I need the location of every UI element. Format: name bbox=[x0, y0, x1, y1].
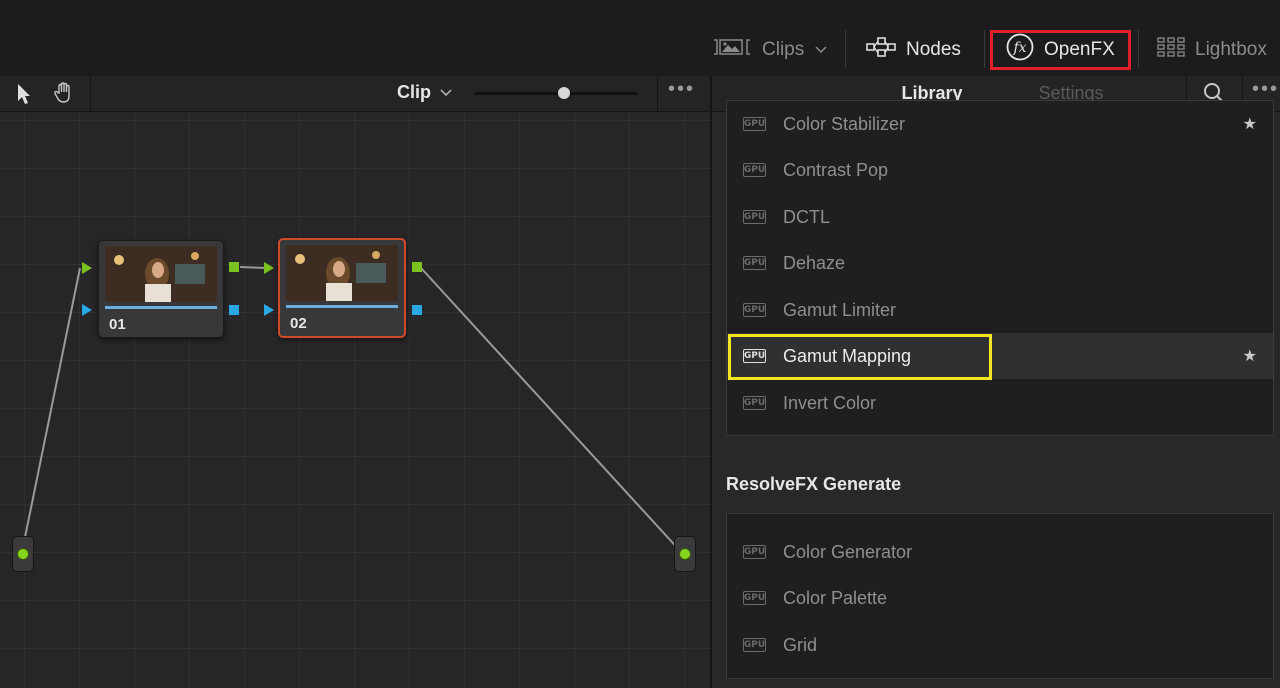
node-editor-toolbar: Clip ••• bbox=[0, 76, 710, 112]
zoom-slider[interactable] bbox=[474, 87, 638, 99]
nodes-button[interactable]: Nodes bbox=[866, 28, 961, 72]
hand-tool-icon[interactable] bbox=[52, 81, 76, 110]
clips-icon bbox=[712, 36, 752, 64]
list-item[interactable]: GPU Invert Color bbox=[727, 380, 1273, 426]
node-number: 01 bbox=[109, 316, 126, 333]
gpu-badge-icon: GPU bbox=[743, 545, 766, 559]
node-status-bar bbox=[286, 305, 398, 308]
more-options-icon[interactable]: ••• bbox=[668, 78, 695, 101]
node-thumbnail bbox=[105, 246, 217, 302]
source-input-node[interactable] bbox=[12, 536, 34, 572]
lightbox-label: Lightbox bbox=[1195, 39, 1267, 60]
node-alpha-output[interactable] bbox=[412, 305, 422, 315]
clip-mode-label: Clip bbox=[397, 82, 431, 102]
node-rgb-input[interactable] bbox=[264, 262, 274, 274]
list-item[interactable]: GPU Color Palette bbox=[727, 575, 1273, 621]
star-icon[interactable]: ★ bbox=[1243, 114, 1257, 134]
list-item[interactable]: GPU Gamut Limiter bbox=[727, 287, 1273, 333]
list-item[interactable]: GPU DCTL bbox=[727, 194, 1273, 240]
openfx-highlight-box bbox=[990, 30, 1131, 70]
top-toolbar: Clips Nodes fx OpenFX Lightbox bbox=[0, 0, 1280, 77]
pointer-tool-icon[interactable] bbox=[14, 82, 34, 111]
toolbar-separator bbox=[90, 76, 91, 111]
section-title: ResolveFX Generate bbox=[726, 474, 902, 494]
clips-label: Clips bbox=[762, 39, 805, 60]
gpu-badge-icon: GPU bbox=[743, 163, 766, 177]
color-node-01[interactable]: 01 bbox=[98, 240, 224, 338]
lightbox-button[interactable]: Lightbox bbox=[1157, 28, 1267, 72]
list-item[interactable]: GPU Grid bbox=[727, 622, 1273, 668]
toolbar-separator bbox=[984, 30, 985, 68]
source-port[interactable] bbox=[17, 548, 29, 560]
node-alpha-output[interactable] bbox=[229, 305, 239, 315]
output-node[interactable] bbox=[674, 536, 696, 572]
resolvefx-generate-list: GPU Color Generator GPU Color Palette GP… bbox=[726, 513, 1274, 679]
grid-icon bbox=[1157, 36, 1185, 64]
list-item-label: Color Generator bbox=[783, 541, 913, 562]
list-item[interactable]: GPU Color Generator bbox=[727, 529, 1273, 575]
node-number: 02 bbox=[290, 315, 307, 332]
gpu-badge-icon: GPU bbox=[743, 303, 766, 317]
chevron-down-icon bbox=[814, 39, 828, 61]
output-port[interactable] bbox=[679, 548, 691, 560]
gpu-badge-icon: GPU bbox=[743, 591, 766, 605]
gpu-badge-icon: GPU bbox=[743, 638, 766, 652]
resolvefx-list: GPU Color Stabilizer ★ GPU Contrast Pop … bbox=[726, 100, 1274, 436]
node-rgb-output[interactable] bbox=[412, 262, 422, 272]
node-thumbnail bbox=[286, 245, 398, 301]
clip-mode-dropdown[interactable]: Clip bbox=[397, 82, 453, 103]
toolbar-separator bbox=[1138, 30, 1139, 68]
node-graph-canvas[interactable] bbox=[0, 112, 710, 688]
gpu-badge-icon: GPU bbox=[743, 396, 766, 410]
gamut-mapping-highlight-box bbox=[728, 334, 992, 380]
gpu-badge-icon: GPU bbox=[743, 256, 766, 270]
star-icon[interactable]: ★ bbox=[1243, 346, 1257, 366]
node-rgb-output[interactable] bbox=[229, 262, 239, 272]
toolbar-separator bbox=[657, 76, 658, 111]
nodes-label: Nodes bbox=[906, 39, 961, 60]
gpu-badge-icon: GPU bbox=[743, 117, 766, 131]
list-item-label: Invert Color bbox=[783, 392, 877, 413]
chevron-down-icon bbox=[439, 82, 453, 103]
gpu-badge-icon: GPU bbox=[743, 210, 766, 224]
color-node-02[interactable]: 02 bbox=[278, 238, 406, 338]
list-item-label: Dehaze bbox=[783, 252, 846, 273]
panel-header-cover bbox=[712, 76, 1280, 111]
zoom-slider-handle[interactable] bbox=[558, 87, 571, 99]
list-item-label: Contrast Pop bbox=[783, 159, 889, 180]
list-item-label: DCTL bbox=[783, 206, 831, 227]
node-alpha-input[interactable] bbox=[82, 304, 92, 316]
list-item-label: Gamut Limiter bbox=[783, 299, 897, 320]
nodes-icon bbox=[866, 36, 896, 64]
node-status-bar bbox=[105, 306, 217, 309]
list-item-label: Color Stabilizer bbox=[783, 113, 906, 134]
toolbar-separator bbox=[845, 30, 846, 68]
list-item-label: Color Palette bbox=[783, 587, 888, 608]
clips-button[interactable]: Clips bbox=[712, 28, 828, 72]
node-alpha-input[interactable] bbox=[264, 304, 274, 316]
list-item[interactable]: GPU Dehaze bbox=[727, 240, 1273, 286]
list-item-label: Grid bbox=[783, 634, 818, 655]
node-rgb-input[interactable] bbox=[82, 262, 92, 274]
list-item[interactable]: GPU Contrast Pop bbox=[727, 147, 1273, 193]
